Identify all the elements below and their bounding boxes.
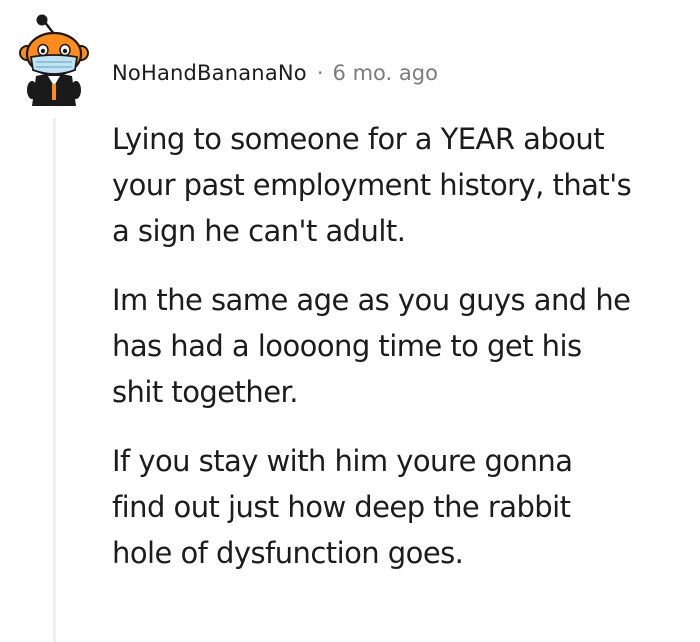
comment-timestamp[interactable]: 6 mo. ago: [333, 61, 438, 85]
comment-author-link[interactable]: NoHandBananaNo: [112, 61, 307, 85]
comment-line: your past employment history, that's: [112, 168, 632, 202]
comment-line: Lying to someone for a YEAR about: [112, 122, 605, 156]
snoo-avatar-icon: [19, 14, 89, 106]
comment-line: shit together.: [112, 375, 298, 409]
user-avatar[interactable]: [14, 12, 96, 108]
comment-line: has had a loooong time to get his: [112, 329, 582, 363]
comment-line: a sign he can't adult.: [112, 214, 406, 248]
comment-paragraph: Im the same age as you guys and he has h…: [112, 277, 698, 415]
comment-line: find out just how deep the rabbit: [112, 490, 571, 524]
comment-line: Im the same age as you guys and he: [112, 283, 631, 317]
comment-line: If you stay with him youre gonna: [112, 444, 573, 478]
comment: NoHandBananaNo · 6 mo. ago Lying to some…: [0, 0, 700, 642]
thread-collapse-line[interactable]: [53, 118, 56, 642]
comment-line: hole of dysfunction goes.: [112, 536, 464, 570]
comment-paragraph: If you stay with him youre gonna find ou…: [112, 438, 698, 576]
comment-meta: NoHandBananaNo · 6 mo. ago: [112, 57, 438, 89]
meta-separator: ·: [316, 61, 324, 85]
comment-paragraph: Lying to someone for a YEAR about your p…: [112, 116, 698, 254]
comment-body: Lying to someone for a YEAR about your p…: [112, 116, 698, 599]
